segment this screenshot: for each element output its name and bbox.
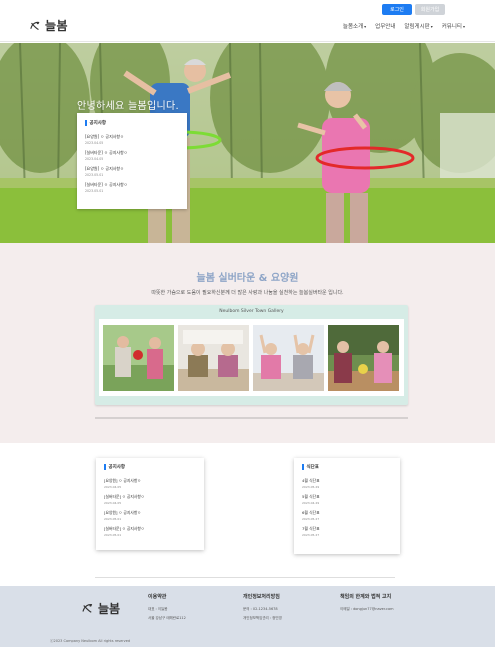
legal-link[interactable]: 책임의 한계와 법적 고지 [340,593,394,600]
footer-logo[interactable]: 늘봄 [80,600,120,617]
notice-item[interactable]: [실버타운] ㅇ 공지사항ㅇ 2023.05.01 [85,182,179,193]
logo-icon [82,603,93,613]
heading-accent-bar [85,120,87,126]
nav-item-board[interactable]: 알림게시판 ▾ [404,22,433,31]
intro-title: 늘봄 실버타운 & 요양원 [196,273,299,284]
caret-down-icon: ▾ [462,23,465,29]
menu-post[interactable]: 6월 식단표 2023.05.27 [302,510,392,521]
gallery-strip [99,319,404,396]
footer-text: 개인정보책임관리 : 정민영 [243,616,282,620]
menu-post[interactable]: 5월 식단표 2023.04.29 [302,494,392,505]
nav-item-community[interactable]: 커뮤니티 ▾ [442,22,465,31]
menu-board: 식단표 4월 식단표 2023.05.29 5월 식단표 2023.04.29 … [294,458,400,554]
footer-legal-col: 책임의 한계와 법적 고지 이메일 : dongjun77@naver.com [340,593,394,616]
notice-post[interactable]: [요양원] ㅇ 공지사항ㅇ 2023.04.05 [104,478,196,489]
gallery-photo[interactable] [178,325,249,391]
site-footer: 늘봄 이용약관 대표 : 이늘봄 서울 강남구 테헤란로112 개인정보처리방침… [0,586,495,647]
footer-text: 대표 : 이늘봄 [148,607,168,611]
terms-link[interactable]: 이용약관 [148,593,186,600]
site-header: 늘봄 로그인 회원가입 늘봄소개 ▾ 업무안내 알림게시판 ▾ 커뮤니티 ▾ [0,0,495,42]
gallery-photo[interactable] [328,325,399,391]
notice-card-heading: 공지사항 [85,120,179,126]
notice-item[interactable]: [실버타운] ㅇ 공지사항ㅇ 2023.04.05 [85,150,179,161]
hero-title: 안녕하세요 늘봄입니다. [77,101,179,112]
footer-text: 문의 : 02-1234-5678 [243,607,278,611]
gallery-photo[interactable] [103,325,174,391]
join-button[interactable]: 회원가입 [415,4,445,15]
gallery-panel: Neulbom Silver Town Gallery [95,305,408,405]
notice-board: 공지사항 [요양원] ㅇ 공지사항ㅇ 2023.04.05 [실버타운] ㅇ 공… [96,458,204,550]
notice-card: 공지사항 [요양원] ㅇ 공지사항ㅇ 2023.04.05 [실버타운] ㅇ 공… [77,113,187,209]
gallery-photo[interactable] [253,325,324,391]
notice-post[interactable]: [실버타운] ㅇ 공지사항ㅇ 2023.04.05 [104,494,196,505]
privacy-link[interactable]: 개인정보처리방침 [243,593,282,600]
footer-privacy-col: 개인정보처리방침 문의 : 02-1234-5678 개인정보책임관리 : 정민… [243,593,282,625]
footer-terms-col: 이용약관 대표 : 이늘봄 서울 강남구 테헤란로112 [148,593,186,625]
heading-accent-bar [104,464,106,470]
section-divider [95,577,395,578]
notice-board-heading: 공지사항 [104,464,196,470]
hero-banner: 안녕하세요 늘봄입니다. [0,43,495,243]
site-logo[interactable]: 늘봄 [28,17,68,34]
logo-icon [30,21,40,30]
heading-accent-bar [302,464,304,470]
nav-item-about[interactable]: 늘봄소개 ▾ [343,22,367,31]
copyright: ⓒ2023 Company Neulbom All rights reserve… [50,639,131,643]
gallery-title: Neulbom Silver Town Gallery [219,309,284,314]
hero-photo [0,43,495,243]
notice-item[interactable]: [요양원] ㅇ 공지사항ㅇ 2023.05.01 [85,166,179,177]
brand-name: 늘봄 [45,19,69,33]
menu-post[interactable]: 4월 식단표 2023.05.29 [302,478,392,489]
intro-section: 늘봄 실버타운 & 요양원 따뜻한 가슴으로 도움이 필요하신분께 더 많은 사… [0,243,495,443]
menu-post[interactable]: 7월 식단표 2023.05.27 [302,526,392,537]
footer-brand: 늘봄 [98,602,121,616]
intro-subtitle: 따뜻한 가슴으로 도움이 필요하신분께 더 많은 사랑과 나눔을 실천하는 늘봄… [151,290,344,296]
notice-item[interactable]: [요양원] ㅇ 공지사항ㅇ 2023.04.05 [85,134,179,145]
caret-down-icon: ▾ [364,23,367,29]
notice-post[interactable]: [실버타운] ㅇ 공지사항ㅇ 2023.05.01 [104,526,196,537]
nav-item-services[interactable]: 업무안내 [375,22,395,30]
section-divider [95,417,408,419]
notice-post[interactable]: [요양원] ㅇ 공지사항ㅇ 2023.05.01 [104,510,196,521]
login-button[interactable]: 로그인 [382,4,412,15]
footer-text: 서울 강남구 테헤란로112 [148,616,186,620]
menu-board-heading: 식단표 [302,464,392,470]
footer-email: 이메일 : dongjun77@naver.com [340,607,394,611]
main-nav: 늘봄소개 ▾ 업무안내 알림게시판 ▾ 커뮤니티 ▾ [343,22,465,31]
caret-down-icon: ▾ [430,23,433,29]
